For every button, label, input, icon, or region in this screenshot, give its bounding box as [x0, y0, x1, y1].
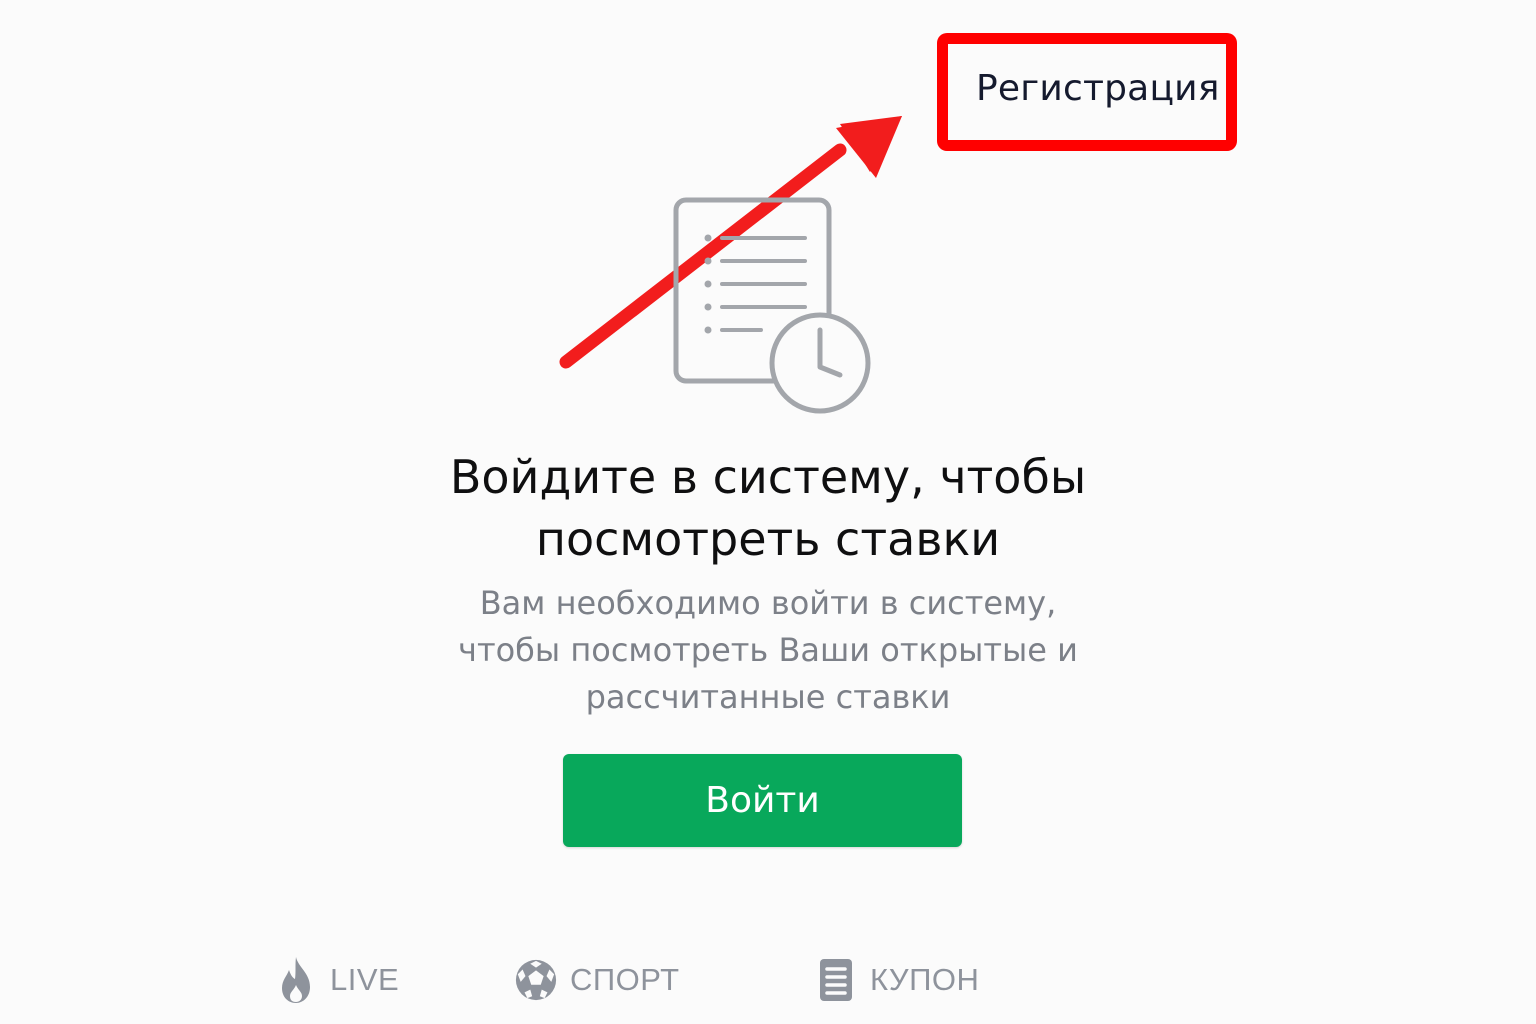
subtitle-line-1: Вам необходимо войти в систему, — [479, 584, 1057, 622]
document-clock-icon — [673, 197, 871, 414]
nav-item-sport[interactable]: СПОРТ — [514, 952, 680, 1008]
nav-label-sport: СПОРТ — [570, 962, 680, 997]
register-link[interactable]: Регистрация — [976, 68, 1220, 109]
screen: Регистрация Войдите в систему, чтобы пос… — [0, 0, 1536, 1024]
title-line-1: Войдите в систему, чтобы — [449, 450, 1087, 504]
empty-state-subtitle: Вам необходимо войти в систему, чтобы по… — [418, 580, 1118, 721]
nav-label-coupon: КУПОН — [870, 962, 980, 997]
coupon-icon — [814, 955, 858, 1005]
empty-state-title: Войдите в систему, чтобы посмотреть став… — [368, 446, 1168, 570]
nav-label-live: LIVE — [330, 962, 400, 997]
soccer-ball-icon — [514, 955, 558, 1005]
subtitle-line-3: рассчитанные ставки — [585, 678, 951, 716]
subtitle-line-2: чтобы посмотреть Ваши открытые и — [458, 631, 1078, 669]
nav-item-live[interactable]: LIVE — [274, 952, 399, 1008]
nav-item-coupon[interactable]: КУПОН — [814, 952, 979, 1008]
title-line-2: посмотреть ставки — [535, 512, 1001, 566]
bottom-nav: LIVE СПОРТ КУПОН — [0, 946, 1536, 1024]
login-button[interactable]: Войти — [563, 754, 962, 847]
flame-icon — [274, 955, 318, 1005]
